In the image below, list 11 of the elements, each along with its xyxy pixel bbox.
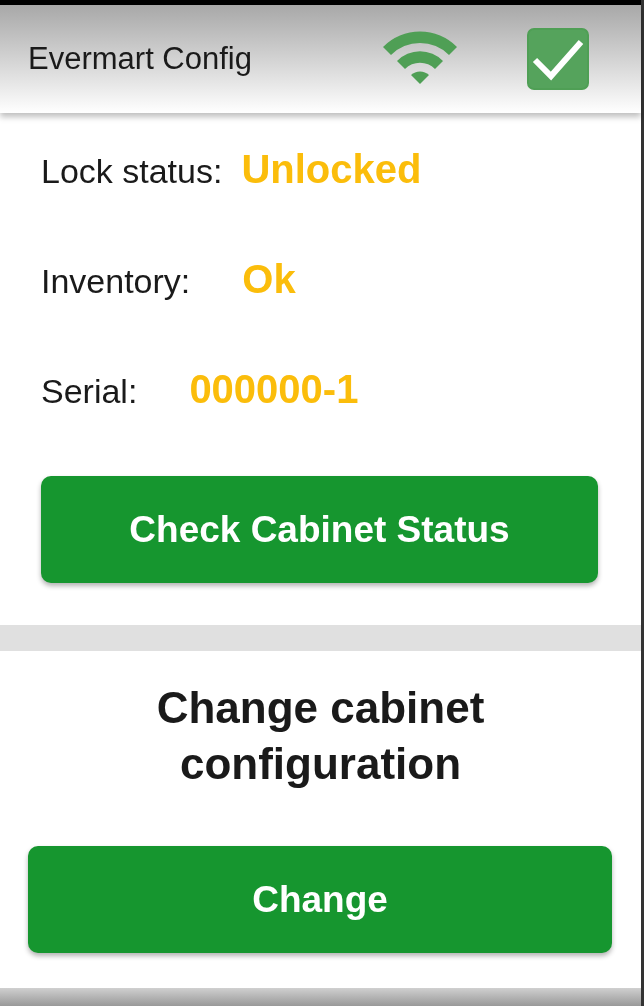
change-button[interactable]: Change (28, 846, 612, 953)
status-value: Unlocked (241, 146, 422, 193)
status-value: 000000-1 (189, 366, 359, 413)
status-label: Lock status: (41, 151, 223, 192)
app-title: Evermart Config (28, 39, 253, 78)
status-value: Ok (242, 256, 296, 303)
section-heading: Change cabinet configuration (155, 682, 486, 790)
checkbox[interactable] (527, 28, 589, 90)
check-status-button[interactable]: Check Cabinet Status (41, 476, 598, 583)
status-label: Inventory: (41, 261, 191, 302)
status-label: Serial: (41, 371, 138, 412)
